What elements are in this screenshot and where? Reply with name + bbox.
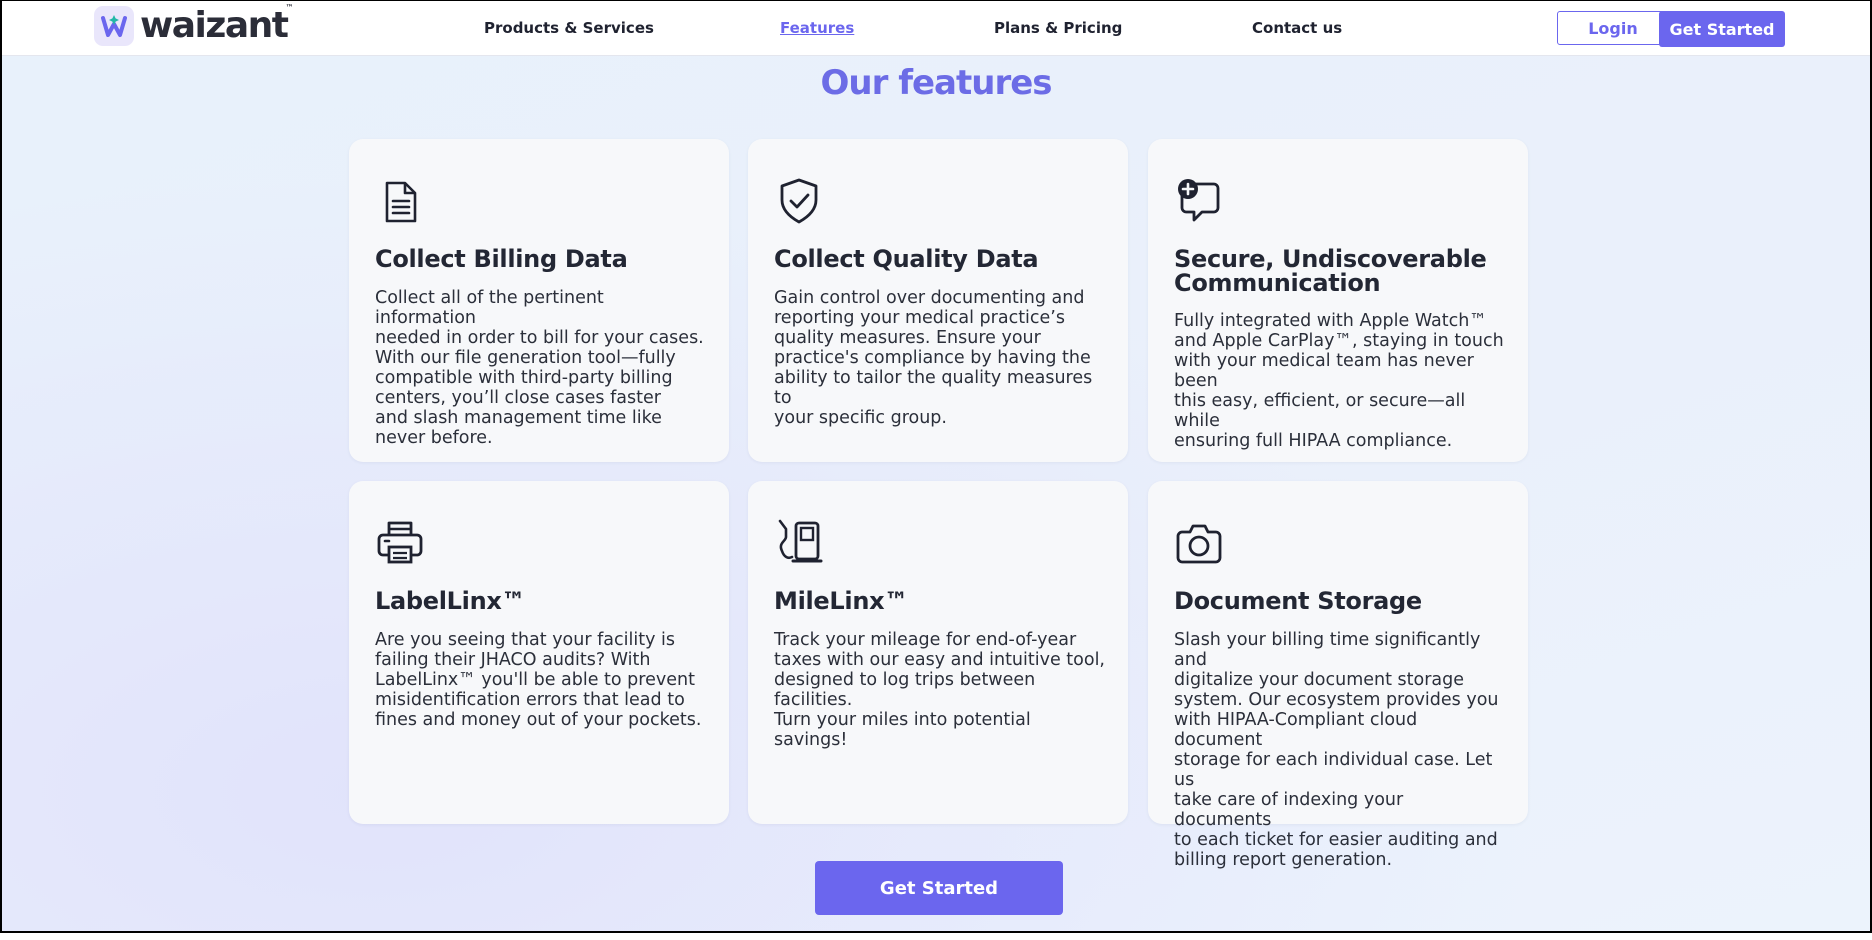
feature-title: Secure, Undiscoverable Communication [1174, 245, 1487, 297]
description-line: centers, you’ll close cases faster [375, 388, 661, 408]
description-line: LabelLinx™ you'll be able to prevent [375, 670, 695, 690]
section-title: Our features [820, 63, 1052, 103]
feature-title: Collect Quality Data [774, 245, 1039, 273]
nav-contact-us[interactable]: Contact us [1252, 19, 1342, 37]
description-line: Slash your billing time significantly an… [1174, 630, 1481, 670]
description-line: Collect all of the pertinent information [375, 288, 604, 328]
description-line: practice's compliance by having the [774, 348, 1091, 368]
description-line: quality measures. Ensure your [774, 328, 1041, 348]
feature-description: Slash your billing time significantly an… [1174, 630, 1506, 870]
login-button[interactable]: Login [1557, 11, 1669, 45]
description-line: Track your mileage for end-of-year [774, 630, 1077, 650]
page-frame: waizant ™ Products & Services Features Pl… [0, 0, 1872, 933]
feature-title: LabelLinx™ [375, 587, 526, 615]
description-line: taxes with our easy and intuitive tool, [774, 650, 1105, 670]
trademark-mark: ™ [285, 3, 294, 12]
description-line: Turn your miles into potential savings! [774, 710, 1031, 750]
description-line: compatible with third-party billing [375, 368, 673, 388]
description-line: digitalize your document storage [1174, 670, 1465, 690]
feature-title: Document Storage [1174, 587, 1422, 615]
description-line: misidentification errors that lead to [375, 690, 685, 710]
printer-icon [377, 521, 423, 564]
description-line: take care of indexing your documents [1174, 790, 1404, 830]
get-started-button[interactable]: Get Started [815, 861, 1063, 915]
description-line: Are you seeing that your facility is [375, 630, 675, 650]
camera-icon [1176, 524, 1222, 564]
document-icon [385, 181, 417, 223]
nav-features[interactable]: Features [780, 19, 854, 37]
description-line: system. Our ecosystem provides you [1174, 690, 1499, 710]
brand-name: waizant ™ [140, 3, 294, 46]
description-line: to each ticket for easier auditing and [1174, 830, 1498, 850]
description-line: with your medical team has never been [1174, 351, 1474, 391]
nav-products-services[interactable]: Products & Services [484, 19, 654, 37]
waizant-crown-icon [94, 5, 134, 46]
description-line: storage for each individual case. Let us [1174, 750, 1493, 790]
description-line: your specific group. [774, 408, 947, 428]
description-line: needed in order to bill for your cases. [375, 328, 704, 348]
description-line: and Apple CarPlay™, staying in touch [1174, 331, 1504, 351]
description-line: billing report generation. [1174, 850, 1393, 870]
get-started-nav-button[interactable]: Get Started [1659, 11, 1785, 47]
description-line: ensuring full HIPAA compliance. [1174, 431, 1453, 451]
feature-card-communication: Secure, Undiscoverable Communication Ful… [1148, 139, 1528, 462]
shield-check-icon [780, 178, 818, 224]
brand-logo[interactable]: waizant ™ [94, 3, 294, 46]
feature-card-document-storage: Document Storage Slash your billing time… [1148, 481, 1528, 870]
feature-description: Are you seeing that your facility is fai… [375, 630, 707, 730]
feature-card-quality: Collect Quality Data Gain control over d… [748, 139, 1128, 462]
feature-card-billing: Collect Billing Data Collect all of the … [349, 139, 729, 462]
description-line: designed to log trips between facilities… [774, 670, 1036, 710]
feature-description: Track your mileage for end-of-year taxes… [774, 630, 1106, 750]
feature-description: Collect all of the pertinent information… [375, 288, 707, 448]
description-line: Gain control over documenting and [774, 288, 1085, 308]
feature-card-milelinx: MileLinx™ Track your mileage for end-of-… [748, 481, 1128, 824]
fuel-pump-icon [778, 519, 823, 563]
description-line: fines and money out of your pockets. [375, 710, 702, 730]
feature-title: MileLinx™ [774, 587, 908, 615]
description-line: this easy, efficient, or secure—all whil… [1174, 391, 1466, 431]
feature-card-labellinx: LabelLinx™ Are you seeing that your faci… [349, 481, 729, 824]
description-line: With our file generation tool—fully [375, 348, 676, 368]
description-line: failing their JHACO audits? With [375, 650, 651, 670]
chat-add-icon [1178, 179, 1220, 222]
description-line: and slash management time like [375, 408, 662, 428]
feature-description: Gain control over documenting and report… [774, 288, 1106, 428]
feature-description: Fully integrated with Apple Watch™ and A… [1174, 311, 1506, 451]
top-navbar: waizant ™ Products & Services Features Pl… [2, 1, 1870, 56]
description-line: never before. [375, 428, 493, 448]
feature-title: Collect Billing Data [375, 245, 628, 273]
nav-plans-pricing[interactable]: Plans & Pricing [994, 19, 1122, 37]
description-line: reporting your medical practice’s [774, 308, 1065, 328]
description-line: ability to tailor the quality measures t… [774, 368, 1093, 408]
description-line: Fully integrated with Apple Watch™ [1174, 311, 1487, 331]
description-line: with HIPAA-Compliant cloud document [1174, 710, 1418, 750]
